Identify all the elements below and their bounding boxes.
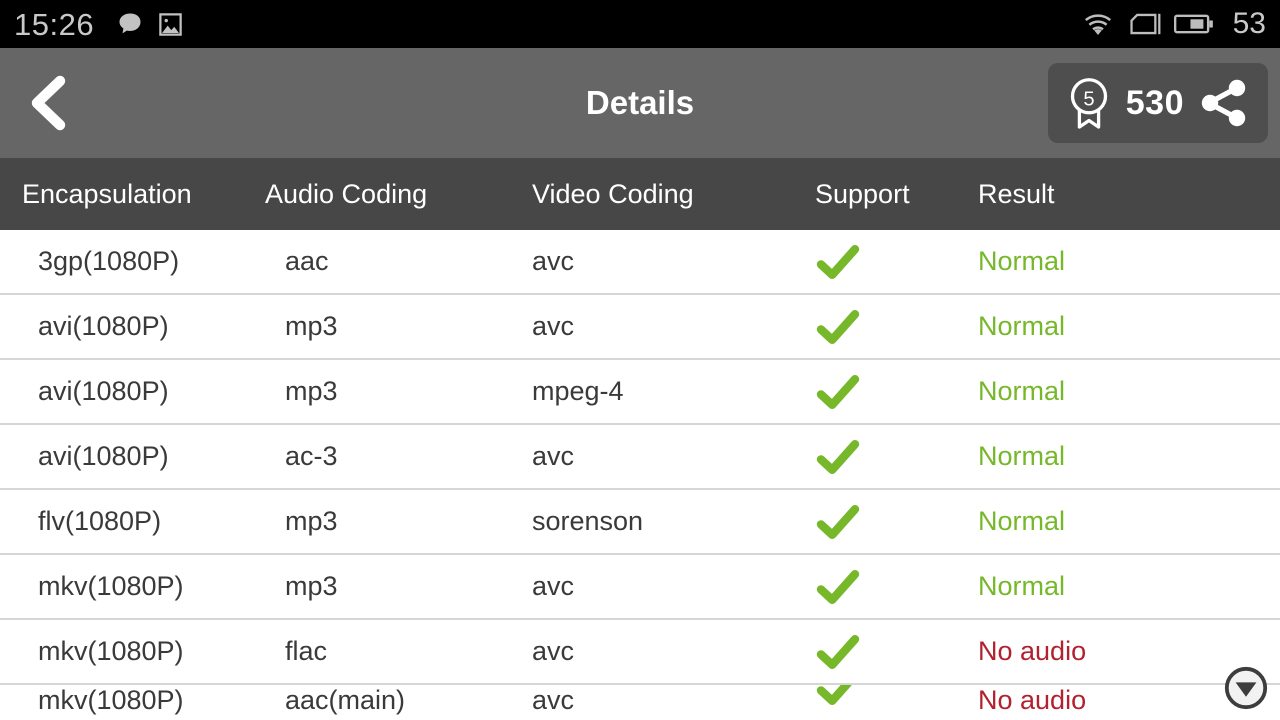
cell-video-coding: avc	[532, 311, 575, 341]
table-row[interactable]: avi(1080P) ac-3 avc Normal	[0, 425, 1280, 490]
check-icon	[815, 372, 960, 412]
sim-card-icon	[1127, 10, 1161, 38]
cell-encapsulation: avi(1080P)	[38, 441, 169, 471]
cell-result: Normal	[978, 246, 1066, 276]
check-icon	[815, 242, 960, 282]
app-screen: 15:26 53 Details 5 530 Encapsulation Aud…	[0, 0, 1280, 720]
cell-support	[765, 632, 960, 672]
table-row[interactable]: avi(1080P) mp3 avc Normal	[0, 295, 1280, 360]
scroll-down-icon	[1224, 666, 1268, 710]
column-header-video-coding: Video Coding	[532, 178, 694, 209]
cell-result: No audio	[978, 636, 1087, 666]
cell-support	[765, 685, 960, 708]
check-icon	[815, 307, 960, 347]
check-icon	[815, 502, 960, 542]
chevron-left-icon	[20, 71, 76, 135]
cell-video-coding: avc	[532, 685, 575, 715]
cell-audio-coding: mp3	[285, 376, 338, 406]
table-row[interactable]: flv(1080P) mp3 sorenson Normal	[0, 490, 1280, 555]
battery-icon	[1173, 12, 1214, 36]
status-bar: 15:26 53	[0, 0, 1280, 48]
cell-encapsulation: avi(1080P)	[38, 311, 169, 341]
cell-support	[765, 567, 960, 607]
cell-audio-coding: aac	[285, 246, 329, 276]
check-icon	[815, 685, 960, 708]
check-icon	[815, 437, 960, 477]
check-icon	[815, 567, 960, 607]
cell-encapsulation: 3gp(1080P)	[38, 246, 180, 276]
table-header-row: Encapsulation Audio Coding Video Coding …	[0, 158, 1280, 230]
back-button[interactable]	[0, 48, 96, 158]
table-row[interactable]: 3gp(1080P) aac avc Normal	[0, 230, 1280, 295]
score-share-panel[interactable]: 5 530	[1047, 63, 1268, 143]
cell-result: Normal	[978, 376, 1066, 406]
cell-support	[765, 372, 960, 412]
speech-bubble-icon	[116, 10, 144, 38]
cell-support	[765, 307, 960, 347]
cell-result: Normal	[978, 571, 1066, 601]
cell-result: Normal	[978, 441, 1066, 471]
cell-result: No audio	[978, 685, 1087, 715]
wifi-icon	[1082, 11, 1114, 37]
cell-video-coding: avc	[532, 246, 575, 276]
title-bar: Details 5 530	[0, 48, 1280, 158]
status-bar-clock: 15:26	[14, 6, 95, 42]
cell-result: Normal	[978, 506, 1066, 536]
cell-video-coding: avc	[532, 441, 575, 471]
status-bar-system-icons: 53	[1082, 9, 1266, 39]
cell-encapsulation: flv(1080P)	[38, 506, 162, 536]
cell-audio-coding: mp3	[285, 571, 338, 601]
column-header-audio-coding: Audio Coding	[265, 178, 428, 209]
check-icon	[815, 632, 960, 672]
column-header-support: Support	[815, 178, 910, 209]
cell-video-coding: mpeg-4	[532, 376, 624, 406]
cell-encapsulation: mkv(1080P)	[38, 685, 184, 715]
column-header-encapsulation: Encapsulation	[22, 178, 192, 209]
cell-support	[765, 502, 960, 542]
table-row[interactable]: mkv(1080P) aac(main) avc No audio	[0, 685, 1280, 715]
cell-audio-coding: mp3	[285, 311, 338, 341]
cell-audio-coding: ac-3	[285, 441, 338, 471]
cell-support	[765, 437, 960, 477]
cell-encapsulation: mkv(1080P)	[38, 571, 184, 601]
cell-audio-coding: flac	[285, 636, 328, 666]
table-row[interactable]: avi(1080P) mp3 mpeg-4 Normal	[0, 360, 1280, 425]
share-icon[interactable]	[1198, 77, 1250, 129]
table-row[interactable]: mkv(1080P) flac avc No audio	[0, 620, 1280, 685]
table-row[interactable]: mkv(1080P) mp3 avc Normal	[0, 555, 1280, 620]
image-icon	[157, 11, 184, 38]
battery-percentage: 53	[1232, 7, 1266, 40]
cell-support	[765, 242, 960, 282]
codec-support-table: Encapsulation Audio Coding Video Coding …	[0, 158, 1280, 715]
cell-audio-coding: mp3	[285, 506, 338, 536]
cell-result: Normal	[978, 311, 1066, 341]
cell-encapsulation: mkv(1080P)	[38, 636, 184, 666]
svg-text:5: 5	[1083, 88, 1094, 110]
score-value: 530	[1125, 84, 1184, 122]
medal-icon: 5	[1066, 76, 1112, 130]
cell-video-coding: avc	[532, 636, 575, 666]
status-bar-notification-icons	[116, 10, 184, 38]
scroll-down-button[interactable]	[1224, 666, 1268, 710]
cell-video-coding: avc	[532, 571, 575, 601]
cell-audio-coding: aac(main)	[285, 685, 406, 715]
column-header-result: Result	[978, 178, 1055, 209]
cell-encapsulation: avi(1080P)	[38, 376, 169, 406]
cell-video-coding: sorenson	[532, 506, 644, 536]
